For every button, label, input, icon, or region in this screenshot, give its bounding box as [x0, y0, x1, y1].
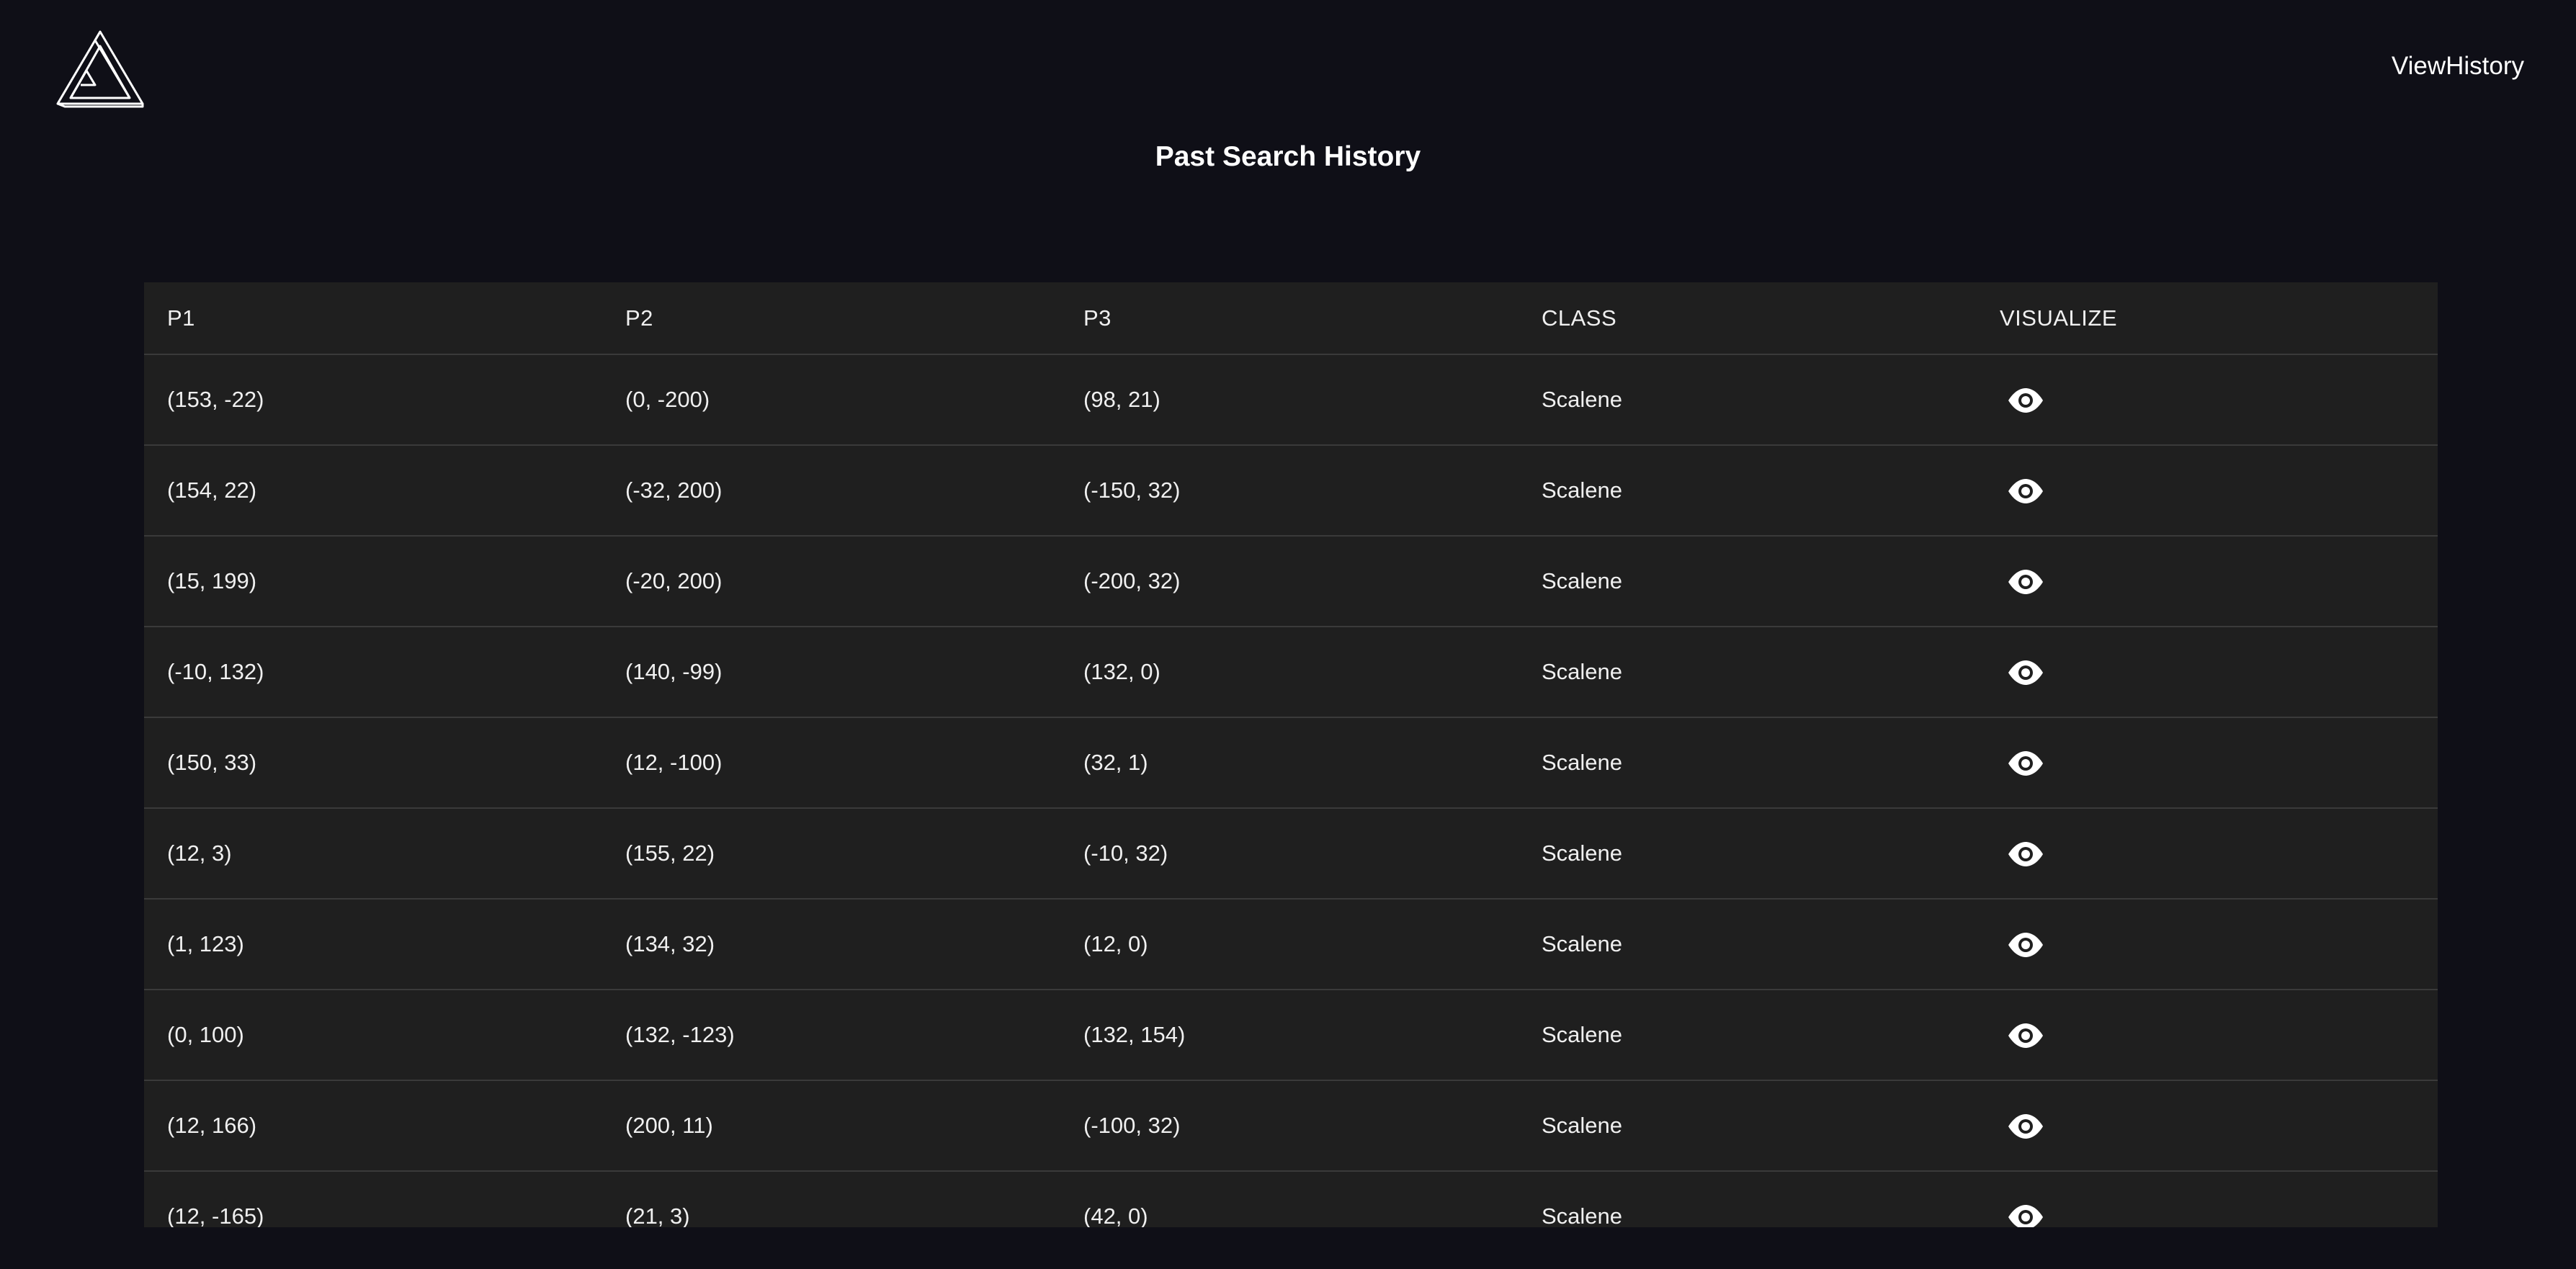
cell-class: Scalene — [1519, 1080, 1977, 1172]
cell-visualize — [1977, 1080, 2438, 1172]
cell-p1: (15, 199) — [144, 536, 602, 627]
visualize-eye-icon[interactable] — [2007, 1023, 2044, 1049]
page: ViewHistory Past Search History P1 P2 P3… — [0, 0, 2576, 1269]
table-row: (0, 100) (132, -123) (132, 154) Scalene — [144, 990, 2438, 1081]
table-row: (150, 33) (12, -100) (32, 1) Scalene — [144, 717, 2438, 809]
cell-p1: (12, 166) — [144, 1080, 602, 1172]
cell-visualize — [1977, 445, 2438, 537]
cell-visualize — [1977, 717, 2438, 809]
cell-p2: (12, -100) — [602, 717, 1060, 809]
header-p1: P1 — [144, 282, 602, 355]
cell-p3: (-10, 32) — [1060, 808, 1519, 900]
cell-p1: (150, 33) — [144, 717, 602, 809]
cell-p1: (12, -165) — [144, 1171, 602, 1227]
cell-p2: (134, 32) — [602, 899, 1060, 990]
cell-p2: (132, -123) — [602, 990, 1060, 1081]
cell-p3: (-200, 32) — [1060, 536, 1519, 627]
cell-class: Scalene — [1519, 990, 1977, 1081]
view-history-link[interactable]: ViewHistory — [2392, 52, 2524, 81]
cell-p3: (32, 1) — [1060, 717, 1519, 809]
cell-visualize — [1977, 627, 2438, 718]
cell-visualize — [1977, 536, 2438, 627]
cell-p2: (0, -200) — [602, 354, 1060, 446]
table-row: (12, 166) (200, 11) (-100, 32) Scalene — [144, 1080, 2438, 1172]
visualize-eye-icon[interactable] — [2007, 569, 2044, 595]
table-row: (12, 3) (155, 22) (-10, 32) Scalene — [144, 808, 2438, 900]
header-visualize: VISUALIZE — [1977, 282, 2438, 355]
cell-p1: (-10, 132) — [144, 627, 602, 718]
cell-p1: (154, 22) — [144, 445, 602, 537]
cell-p1: (0, 100) — [144, 990, 602, 1081]
cell-class: Scalene — [1519, 717, 1977, 809]
table-row: (15, 199) (-20, 200) (-200, 32) Scalene — [144, 536, 2438, 627]
cell-p2: (200, 11) — [602, 1080, 1060, 1172]
cell-p3: (42, 0) — [1060, 1171, 1519, 1227]
cell-p2: (155, 22) — [602, 808, 1060, 900]
cell-visualize — [1977, 808, 2438, 900]
cell-visualize — [1977, 899, 2438, 990]
table-row: (1, 123) (134, 32) (12, 0) Scalene — [144, 899, 2438, 990]
cell-p3: (12, 0) — [1060, 899, 1519, 990]
cell-p3: (132, 0) — [1060, 627, 1519, 718]
visualize-eye-icon[interactable] — [2007, 478, 2044, 504]
history-table-container[interactable]: P1 P2 P3 CLASS VISUALIZE (153, -22) (0, -… — [144, 282, 2438, 1227]
cell-p3: (98, 21) — [1060, 354, 1519, 446]
table-header-row: P1 P2 P3 CLASS VISUALIZE — [144, 282, 2438, 355]
header-p2: P2 — [602, 282, 1060, 355]
visualize-eye-icon[interactable] — [2007, 1204, 2044, 1227]
visualize-eye-icon[interactable] — [2007, 387, 2044, 413]
cell-p1: (12, 3) — [144, 808, 602, 900]
cell-p2: (140, -99) — [602, 627, 1060, 718]
table-body: (153, -22) (0, -200) (98, 21) Scalene (154, … — [144, 354, 2438, 1227]
cell-p1: (153, -22) — [144, 354, 602, 446]
visualize-eye-icon[interactable] — [2007, 841, 2044, 867]
cell-p3: (-150, 32) — [1060, 445, 1519, 537]
cell-p3: (132, 154) — [1060, 990, 1519, 1081]
cell-p2: (21, 3) — [602, 1171, 1060, 1227]
table-row: (12, -165) (21, 3) (42, 0) Scalene — [144, 1171, 2438, 1227]
header-p3: P3 — [1060, 282, 1519, 355]
table-row: (153, -22) (0, -200) (98, 21) Scalene — [144, 354, 2438, 446]
page-title: Past Search History — [1155, 141, 1421, 172]
cell-class: Scalene — [1519, 536, 1977, 627]
cell-class: Scalene — [1519, 1171, 1977, 1227]
header-class: CLASS — [1519, 282, 1977, 355]
cell-p2: (-32, 200) — [602, 445, 1060, 537]
cell-visualize — [1977, 354, 2438, 446]
visualize-eye-icon[interactable] — [2007, 750, 2044, 776]
impossible-triangle-logo[interactable] — [55, 29, 146, 109]
cell-visualize — [1977, 1171, 2438, 1227]
visualize-eye-icon[interactable] — [2007, 932, 2044, 958]
cell-class: Scalene — [1519, 445, 1977, 537]
cell-p1: (1, 123) — [144, 899, 602, 990]
table-row: (-10, 132) (140, -99) (132, 0) Scalene — [144, 627, 2438, 718]
cell-visualize — [1977, 990, 2438, 1081]
cell-class: Scalene — [1519, 899, 1977, 990]
history-table: P1 P2 P3 CLASS VISUALIZE (153, -22) (0, -… — [144, 282, 2438, 1227]
cell-class: Scalene — [1519, 354, 1977, 446]
cell-class: Scalene — [1519, 808, 1977, 900]
cell-class: Scalene — [1519, 627, 1977, 718]
visualize-eye-icon[interactable] — [2007, 1113, 2044, 1139]
cell-p2: (-20, 200) — [602, 536, 1060, 627]
table-row: (154, 22) (-32, 200) (-150, 32) Scalene — [144, 445, 2438, 537]
cell-p3: (-100, 32) — [1060, 1080, 1519, 1172]
visualize-eye-icon[interactable] — [2007, 660, 2044, 686]
